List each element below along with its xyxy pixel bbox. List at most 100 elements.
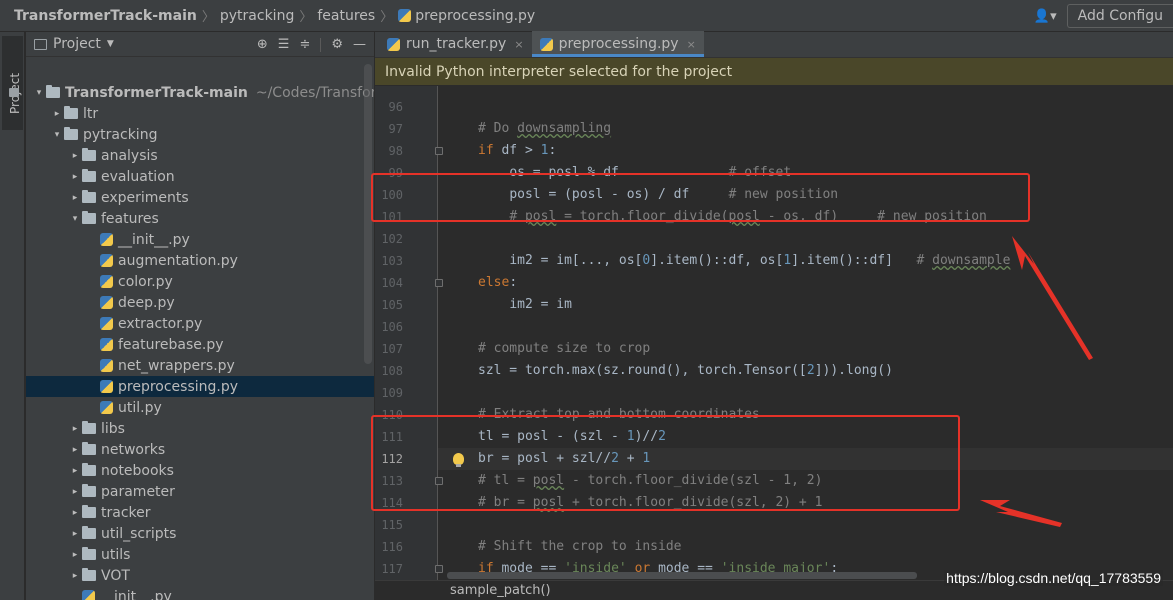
- tree-folder[interactable]: ▸ analysis: [26, 145, 374, 166]
- tree-item-label: preprocessing.py: [118, 378, 239, 395]
- project-icon: [34, 38, 47, 50]
- tree-item-label: extractor.py: [118, 315, 203, 332]
- tree-file[interactable]: ▸deep.py: [26, 292, 374, 313]
- code-line[interactable]: # Shift the crop to inside: [375, 536, 1173, 558]
- user-icon[interactable]: 👤▾: [1034, 9, 1057, 24]
- fold-icon[interactable]: [435, 279, 443, 287]
- tree-folder[interactable]: ▸ networks: [26, 439, 374, 460]
- tree-file[interactable]: ▸__init__.py: [26, 229, 374, 250]
- code-line[interactable]: # compute size to crop: [375, 338, 1173, 360]
- collapse-all-icon[interactable]: ≑: [299, 37, 310, 52]
- code-line[interactable]: [375, 96, 1173, 118]
- code-line[interactable]: else:: [375, 272, 1173, 294]
- gear-icon[interactable]: ⚙: [331, 37, 343, 52]
- tree-folder[interactable]: ▸ parameter: [26, 481, 374, 502]
- code-line[interactable]: [375, 382, 1173, 404]
- tree-folder[interactable]: ▸ libs: [26, 418, 374, 439]
- editor-tab[interactable]: preprocessing.py ×: [531, 31, 704, 57]
- chevron-right-icon[interactable]: ▸: [68, 550, 82, 560]
- folder-icon: [82, 484, 96, 497]
- chevron-right-icon[interactable]: ▸: [68, 193, 82, 203]
- tree-folder[interactable]: ▸ utils: [26, 544, 374, 565]
- chevron-right-icon[interactable]: ▸: [68, 172, 82, 182]
- tree-file[interactable]: ▸augmentation.py: [26, 250, 374, 271]
- tree-file[interactable]: ▸util.py: [26, 397, 374, 418]
- folder-icon: [82, 463, 96, 476]
- chevron-right-icon[interactable]: ▸: [68, 445, 82, 455]
- chevron-right-icon[interactable]: ▸: [68, 487, 82, 497]
- code-line[interactable]: im2 = im: [375, 294, 1173, 316]
- code-line[interactable]: im2 = im[..., os[0].item()::df, os[1].it…: [375, 250, 1173, 272]
- folder-icon: [82, 421, 96, 434]
- python-file-icon: [100, 338, 113, 351]
- code-token: downsample: [932, 253, 1011, 268]
- breadcrumb-file[interactable]: preprocessing.py: [415, 8, 535, 24]
- code-token: 1: [783, 253, 792, 268]
- code-area[interactable]: # Do downsampling if df > 1: os = posl % d…: [375, 86, 1173, 586]
- locate-icon[interactable]: ⊕: [257, 37, 268, 52]
- close-icon[interactable]: ×: [687, 38, 696, 51]
- tree-folder[interactable]: ▾ TransformerTrack-main ~/Codes/Transform: [26, 82, 374, 103]
- tree-folder[interactable]: ▸ experiments: [26, 187, 374, 208]
- line-number: 106: [381, 320, 403, 334]
- tree-file[interactable]: ▸featurebase.py: [26, 334, 374, 355]
- chevron-down-icon[interactable]: ▾: [68, 214, 82, 224]
- add-configuration-button[interactable]: Add Configu: [1066, 4, 1173, 28]
- tree-file[interactable]: ▸extractor.py: [26, 313, 374, 334]
- chevron-right-icon[interactable]: ▸: [50, 109, 64, 119]
- tree-item-label: TransformerTrack-main: [65, 84, 248, 101]
- tree-folder[interactable]: ▾ features: [26, 208, 374, 229]
- tree-file[interactable]: ▸net_wrappers.py: [26, 355, 374, 376]
- folder-icon: [64, 127, 78, 140]
- folder-icon: [9, 88, 19, 97]
- chevron-right-icon[interactable]: ▸: [68, 508, 82, 518]
- tree-folder[interactable]: ▸ util_scripts: [26, 523, 374, 544]
- code-line[interactable]: # Do downsampling: [375, 118, 1173, 140]
- chevron-right-icon[interactable]: ▸: [68, 466, 82, 476]
- code-line[interactable]: [375, 228, 1173, 250]
- editor: run_tracker.py × preprocessing.py × Invalid…: [375, 31, 1173, 600]
- code-token: szl = torch.max(sz.round(), torch.Tensor…: [478, 363, 807, 378]
- tree-folder[interactable]: ▸ ltr: [26, 103, 374, 124]
- chevron-down-icon[interactable]: ▼: [107, 39, 114, 49]
- tree-folder[interactable]: ▸ tracker: [26, 502, 374, 523]
- project-tool-tab[interactable]: Project: [2, 36, 23, 130]
- chevron-right-icon[interactable]: ▸: [68, 529, 82, 539]
- tree-folder[interactable]: ▾ pytracking: [26, 124, 374, 145]
- expand-all-icon[interactable]: ☰: [278, 37, 290, 52]
- tree-folder[interactable]: ▸ VOT: [26, 565, 374, 586]
- tree-item-label: libs: [101, 420, 125, 437]
- editor-tab[interactable]: run_tracker.py ×: [379, 31, 532, 57]
- chevron-right-icon: 〉: [380, 10, 394, 25]
- chevron-right-icon[interactable]: ▸: [68, 424, 82, 434]
- breadcrumb-project[interactable]: TransformerTrack-main: [14, 8, 197, 24]
- breadcrumb-pytracking[interactable]: pytracking: [220, 8, 294, 24]
- hide-icon[interactable]: —: [353, 37, 366, 52]
- breadcrumb-features[interactable]: features: [317, 8, 375, 24]
- tree-folder[interactable]: ▸ evaluation: [26, 166, 374, 187]
- chevron-down-icon[interactable]: ▾: [50, 130, 64, 140]
- chevron-right-icon[interactable]: ▸: [68, 151, 82, 161]
- tree-folder[interactable]: ▸ notebooks: [26, 460, 374, 481]
- tree-file[interactable]: ▸color.py: [26, 271, 374, 292]
- code-token: im2 = im[..., os[: [509, 253, 643, 268]
- project-view-selector[interactable]: Project: [53, 36, 101, 52]
- code-line[interactable]: [375, 514, 1173, 536]
- interpreter-warning-banner[interactable]: Invalid Python interpreter selected for …: [375, 58, 1173, 85]
- code-line[interactable]: szl = torch.max(sz.round(), torch.Tensor…: [375, 360, 1173, 382]
- fold-icon[interactable]: [435, 565, 443, 573]
- navigation-bar: TransformerTrack-main 〉 pytracking 〉 fea…: [0, 0, 1173, 32]
- close-icon[interactable]: ×: [514, 38, 523, 51]
- fold-icon[interactable]: [435, 147, 443, 155]
- tree-file[interactable]: ▸__init__.py: [26, 586, 374, 600]
- line-number: 102: [381, 232, 403, 246]
- tree-file[interactable]: ▸preprocessing.py: [26, 376, 374, 397]
- code-line[interactable]: if df > 1:: [375, 140, 1173, 162]
- code-line[interactable]: [375, 316, 1173, 338]
- line-number: 107: [381, 342, 403, 356]
- line-number: 97: [388, 122, 403, 136]
- horizontal-scrollbar[interactable]: [447, 572, 917, 579]
- chevron-right-icon[interactable]: ▸: [68, 571, 82, 581]
- chevron-down-icon[interactable]: ▾: [32, 88, 46, 98]
- tree-item-label: experiments: [101, 189, 189, 206]
